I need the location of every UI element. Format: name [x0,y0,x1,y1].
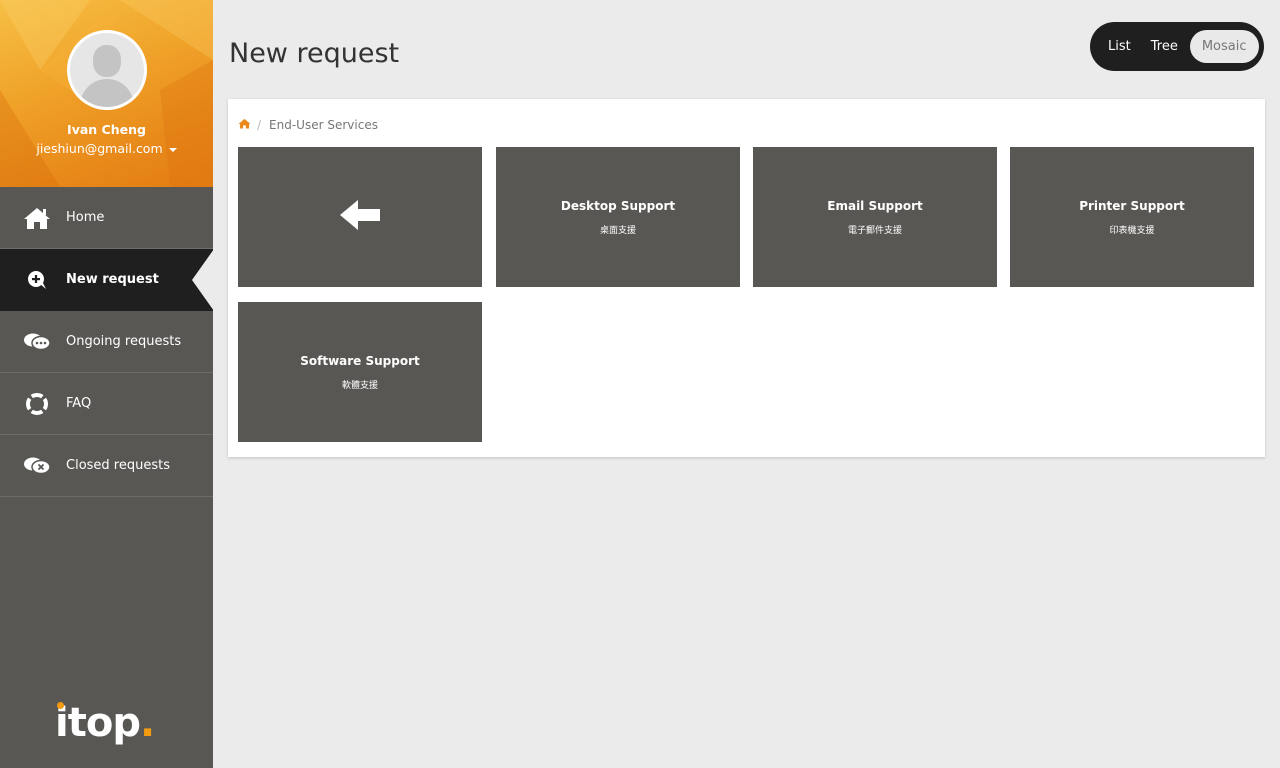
sidebar-item-faq[interactable]: FAQ [0,373,213,435]
avatar[interactable] [67,30,147,110]
back-arrow-icon [338,198,382,236]
service-tile-email-support[interactable]: Email Support 電子郵件支援 [753,147,997,287]
sidebar-item-label: New request [66,272,159,287]
service-tile-software-support[interactable]: Software Support 軟體支援 [238,302,482,442]
home-icon [22,203,52,233]
sidebar-item-label: Closed requests [66,458,170,473]
itop-logo: itop. [55,700,155,746]
tile-title: Printer Support [1079,198,1185,213]
caret-down-icon [168,147,177,152]
view-mode-toggle: List Tree Mosaic [1090,22,1264,71]
tile-subtitle: 電子郵件支援 [847,225,902,236]
view-mosaic-option[interactable]: Mosaic [1189,30,1259,63]
new-request-icon [22,265,52,295]
tile-title: Software Support [300,353,420,368]
sidebar-nav: Home New request Ongoing requests FAQ Cl… [0,187,214,497]
sidebar-item-closed-requests[interactable]: Closed requests [0,435,213,497]
breadcrumb-separator: / [257,118,262,132]
sidebar-item-new-request[interactable]: New request [0,249,214,311]
tile-title: Desktop Support [560,198,676,213]
service-tile-desktop-support[interactable]: Desktop Support 桌面支援 [496,147,740,287]
sidebar-item-home[interactable]: Home [0,187,213,249]
sidebar-item-label: Ongoing requests [66,334,182,349]
user-name: Ivan Cheng [67,122,146,137]
sidebar-item-label: Home [66,210,105,225]
page-title: New request [229,38,400,69]
sidebar: Ivan Cheng jieshiun@gmail.com Home New r… [0,0,214,768]
logo-text: itop [55,700,141,746]
user-email-label: jieshiun@gmail.com [36,141,163,156]
view-tree-option[interactable]: Tree [1141,30,1188,63]
home-icon[interactable] [238,118,251,132]
sidebar-item-label: FAQ [66,396,92,411]
tile-subtitle: 軟體支援 [341,380,378,391]
user-email-menu[interactable]: jieshiun@gmail.com [0,141,213,156]
view-list-option[interactable]: List [1098,30,1141,63]
ongoing-requests-icon [22,327,52,357]
tile-subtitle: 印表機支援 [1109,225,1155,236]
user-panel: Ivan Cheng jieshiun@gmail.com [0,0,213,187]
sidebar-item-ongoing-requests[interactable]: Ongoing requests [0,311,213,373]
back-tile[interactable] [238,147,482,287]
breadcrumb: / End-User Services [238,118,378,132]
tile-title: Email Support [827,198,923,213]
tile-subtitle: 桌面支援 [599,225,636,236]
services-panel: / End-User Services Desktop Support 桌面支援… [228,99,1265,457]
faq-lifebuoy-icon [22,389,52,419]
breadcrumb-current: End-User Services [269,118,378,132]
closed-requests-icon [22,451,52,481]
service-tile-printer-support[interactable]: Printer Support 印表機支援 [1010,147,1254,287]
